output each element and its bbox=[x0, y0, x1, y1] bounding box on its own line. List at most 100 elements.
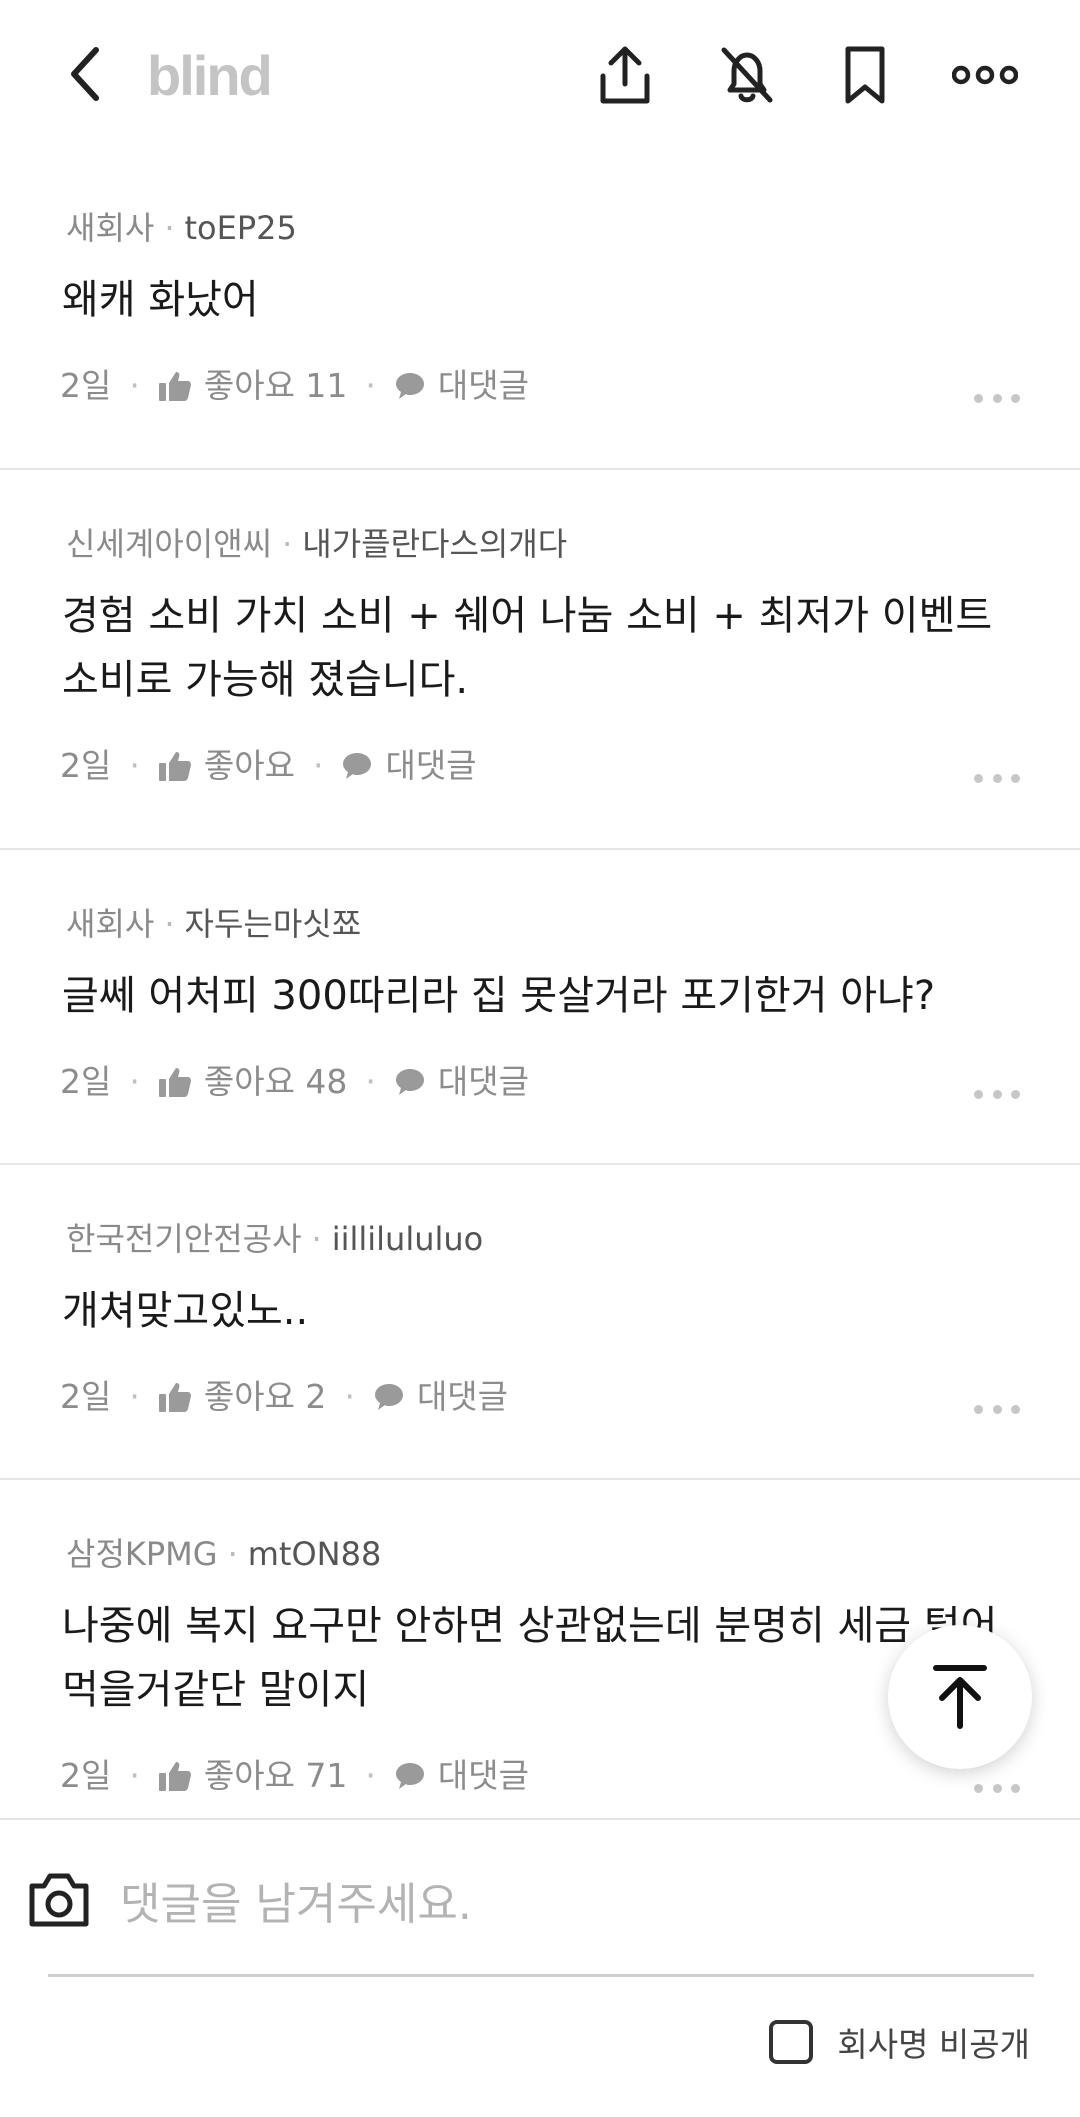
nickname: iillilululuo bbox=[331, 1220, 484, 1258]
comment-item: 신세계아이앤씨 · 내가플란다스의개다 경험 소비 가치 소비 + 쉐어 나눔 소비… bbox=[0, 470, 1080, 850]
like-button[interactable]: 좋아요 2 bbox=[158, 1375, 327, 1419]
comment-text: 글쎄 어처피 300따리라 집 못살거라 포기한거 아냐? bbox=[62, 973, 936, 1019]
separator-dot: · bbox=[129, 1062, 140, 1101]
comment-composer: 회사명 비공개 bbox=[0, 1818, 1080, 2117]
separator-dot: · bbox=[129, 1756, 140, 1795]
separator-dot: · bbox=[365, 1062, 376, 1101]
thumbs-up-icon bbox=[158, 752, 191, 781]
comment-text: 개쳐맞고있노.. bbox=[62, 1288, 309, 1334]
separator-dot: · bbox=[365, 1756, 376, 1795]
reply-button[interactable]: 대댓글 bbox=[394, 1060, 529, 1104]
company-name: 신세계아이앤씨 bbox=[66, 525, 273, 563]
comment-age: 2일 bbox=[60, 1062, 112, 1101]
comment-item: 새회사 · toEP25 왜캐 화났어 2일 · 좋아요 11 · 대댓글 bbox=[0, 150, 1080, 470]
comment-more-button[interactable] bbox=[974, 770, 1020, 786]
comment-more-button[interactable] bbox=[974, 390, 1020, 406]
reply-label: 대댓글 bbox=[437, 1062, 530, 1101]
hide-company-checkbox[interactable] bbox=[769, 2020, 814, 2064]
comment-item: 새회사 · 자두는마싯쬬 글쎄 어처피 300따리라 집 못살거라 포기한거 아냐?… bbox=[0, 850, 1080, 1165]
camera-icon bbox=[29, 1873, 89, 1927]
top-app-bar: blind bbox=[0, 0, 1080, 150]
reply-label: 대댓글 bbox=[385, 746, 477, 785]
comment-actions: 2일 · 좋아요 48 · 대댓글 bbox=[60, 1060, 529, 1104]
reply-button[interactable]: 대댓글 bbox=[341, 744, 477, 788]
blind-logo: blind bbox=[147, 44, 273, 107]
speech-bubble-icon bbox=[395, 1763, 424, 1789]
nickname: 내가플란다스의개다 bbox=[302, 525, 568, 563]
separator-dot: · bbox=[312, 746, 324, 785]
separator-dot: · bbox=[129, 366, 140, 405]
comment-age: 2일 bbox=[60, 1756, 112, 1795]
comment-age: 2일 bbox=[60, 1377, 112, 1416]
like-label: 좋아요 2 bbox=[203, 1377, 327, 1416]
comment-author[interactable]: 새회사 · 자두는마싯쬬 bbox=[66, 902, 361, 946]
like-button[interactable]: 좋아요 11 bbox=[158, 364, 348, 408]
arrow-up-icon bbox=[933, 1665, 987, 1729]
comment-text: 나중에 복지 요구만 안하면 상관없는데 분명히 세금 털어먹을거같단 말이지 bbox=[62, 1603, 998, 1713]
speech-bubble-icon bbox=[343, 753, 372, 779]
like-label: 좋아요 71 bbox=[203, 1756, 348, 1795]
company-name: 새회사 bbox=[66, 209, 155, 247]
separator-dot: · bbox=[164, 209, 175, 247]
comment-more-button[interactable] bbox=[974, 1780, 1020, 1796]
separator-dot: · bbox=[282, 525, 293, 563]
comment-input[interactable] bbox=[120, 1868, 1020, 1940]
separator-dot: · bbox=[344, 1377, 355, 1416]
comment-age: 2일 bbox=[60, 746, 112, 785]
thumbs-up-icon bbox=[158, 1068, 191, 1097]
comment-actions: 2일 · 좋아요 2 · 대댓글 bbox=[60, 1375, 508, 1419]
comment-actions: 2일 · 좋아요 · 대댓글 bbox=[60, 744, 477, 788]
separator-dot: · bbox=[365, 366, 376, 405]
speech-bubble-icon bbox=[374, 1384, 403, 1410]
reply-button[interactable]: 대댓글 bbox=[394, 1754, 529, 1798]
more-icon[interactable] bbox=[948, 40, 1022, 110]
comment-author[interactable]: 새회사 · toEP25 bbox=[66, 206, 297, 250]
nickname: toEP25 bbox=[184, 209, 297, 247]
comment-item: 한국전기안전공사 · iillilululuo 개쳐맞고있노.. 2일 · 좋아요 … bbox=[0, 1165, 1080, 1480]
comment-age: 2일 bbox=[60, 366, 112, 405]
thumbs-up-icon bbox=[158, 1762, 191, 1791]
like-button[interactable]: 좋아요 71 bbox=[158, 1754, 348, 1798]
separator-dot: · bbox=[129, 1377, 140, 1416]
reply-button[interactable]: 대댓글 bbox=[373, 1375, 508, 1419]
like-label: 좋아요 48 bbox=[203, 1062, 348, 1101]
like-button[interactable]: 좋아요 48 bbox=[158, 1060, 348, 1104]
like-label: 좋아요 11 bbox=[203, 366, 348, 405]
input-underline bbox=[48, 1974, 1034, 1977]
camera-button[interactable] bbox=[26, 1870, 92, 1934]
bookmark-icon[interactable] bbox=[830, 40, 900, 110]
separator-dot: · bbox=[227, 1535, 238, 1573]
like-label: 좋아요 bbox=[203, 746, 295, 785]
comment-author[interactable]: 신세계아이앤씨 · 내가플란다스의개다 bbox=[66, 522, 567, 566]
comment-author[interactable]: 한국전기안전공사 · iillilululuo bbox=[66, 1217, 483, 1261]
share-icon[interactable] bbox=[590, 40, 660, 110]
nickname: 자두는마싯쬬 bbox=[184, 905, 362, 943]
hide-company-label: 회사명 비공개 bbox=[837, 2025, 1030, 2064]
comment-more-button[interactable] bbox=[974, 1401, 1020, 1417]
comment-text: 왜캐 화났어 bbox=[62, 277, 259, 323]
reply-label: 대댓글 bbox=[437, 366, 530, 405]
hide-company-toggle[interactable]: 회사명 비공개 bbox=[769, 2018, 1030, 2066]
thumbs-up-icon bbox=[158, 1383, 191, 1412]
scroll-to-top-button[interactable] bbox=[888, 1625, 1032, 1769]
company-name: 한국전기안전공사 bbox=[66, 1220, 302, 1258]
comment-more-button[interactable] bbox=[974, 1086, 1020, 1102]
comment-author[interactable]: 삼정KPMG · mtON88 bbox=[66, 1532, 381, 1576]
reply-button[interactable]: 대댓글 bbox=[394, 364, 529, 408]
comment-text: 경험 소비 가치 소비 + 쉐어 나눔 소비 + 최저가 이벤트 소비로 가능해… bbox=[62, 593, 993, 703]
nickname: mtON88 bbox=[247, 1535, 382, 1573]
reply-label: 대댓글 bbox=[437, 1756, 530, 1795]
reply-label: 대댓글 bbox=[416, 1377, 509, 1416]
like-button[interactable]: 좋아요 bbox=[158, 744, 295, 788]
separator-dot: · bbox=[164, 905, 175, 943]
bell-off-icon[interactable] bbox=[712, 40, 782, 110]
company-name: 새회사 bbox=[66, 905, 155, 943]
comment-actions: 2일 · 좋아요 71 · 대댓글 bbox=[60, 1754, 529, 1798]
comment-actions: 2일 · 좋아요 11 · 대댓글 bbox=[60, 364, 529, 408]
company-name: 삼정KPMG bbox=[66, 1535, 218, 1573]
separator-dot: · bbox=[129, 746, 140, 785]
back-arrow-icon[interactable] bbox=[56, 38, 116, 110]
speech-bubble-icon bbox=[395, 1069, 424, 1095]
speech-bubble-icon bbox=[395, 373, 424, 399]
thumbs-up-icon bbox=[158, 372, 191, 401]
